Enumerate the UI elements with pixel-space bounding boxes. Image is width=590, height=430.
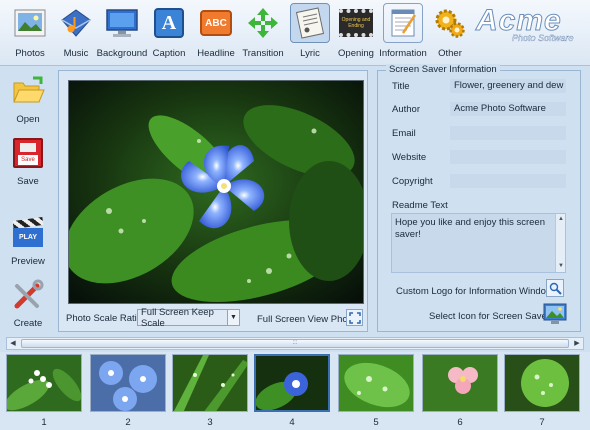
lily-of-valley-photo — [7, 355, 81, 411]
thumbnail-number-6: 6 — [457, 417, 463, 428]
thumbnail-4[interactable] — [254, 354, 330, 412]
pink-flower-photo — [423, 355, 497, 411]
select-icon-label: Select Icon for Screen Saver — [429, 311, 550, 322]
save-icon-text: Save — [18, 155, 38, 165]
open-folder-icon — [9, 72, 47, 110]
thumbnail-7[interactable] — [504, 354, 580, 412]
author-field[interactable]: Acme Photo Software — [450, 102, 566, 116]
save-disk-icon: Save — [9, 134, 47, 172]
toolbar-caption-label: Caption — [152, 48, 186, 59]
scroll-left-icon[interactable]: ◀ — [7, 338, 19, 349]
gears-icon — [431, 4, 469, 42]
sidebar-save-label: Save — [17, 176, 39, 187]
tools-icon — [9, 276, 47, 314]
photo-scale-select[interactable]: Full Screen Keep Scale ▼ — [137, 306, 240, 329]
film-icon: Opening and Ending — [337, 4, 375, 42]
thumbnail-scrollbar[interactable]: ◀ ::: ▶ — [6, 337, 584, 350]
expand-icon — [348, 311, 361, 324]
photo-preview — [68, 80, 364, 304]
film-icon-text: Opening and Ending — [341, 17, 371, 29]
landscape-monitor-icon — [543, 303, 567, 324]
round-leaf-photo — [505, 355, 579, 411]
caption-icon: A — [150, 4, 188, 42]
scroll-right-icon[interactable]: ▶ — [571, 338, 583, 349]
screen-saver-info-title: Screen Saver Information — [386, 64, 500, 75]
green-leaf-photo — [339, 355, 413, 411]
thumbnail-number-1: 1 — [41, 417, 47, 428]
thumbnail-1[interactable] — [6, 354, 82, 412]
readme-scrollbar[interactable]: ▲ ▼ — [555, 214, 565, 272]
toolbar-other-label: Other — [438, 48, 462, 59]
toolbar-transition-label: Transition — [242, 48, 284, 59]
toolbar-music-label: Music — [63, 48, 89, 59]
toolbar-other-button[interactable]: Other — [422, 4, 478, 64]
photos-icon — [11, 4, 49, 42]
custom-logo-button[interactable] — [546, 279, 564, 297]
photo-scale-value: Full Screen Keep Scale — [141, 306, 214, 329]
grass-dew-photo — [173, 355, 247, 411]
sidebar-create-label: Create — [13, 318, 43, 329]
select-icon-button[interactable] — [543, 302, 567, 326]
scroll-thumb[interactable]: ::: — [21, 339, 569, 348]
title-field[interactable]: Flower, greenery and dew — [450, 79, 566, 93]
transition-arrows-icon — [244, 4, 282, 42]
thumbnail-2[interactable] — [90, 354, 166, 412]
blue-flower-photo — [256, 356, 328, 410]
sidebar-save-button[interactable]: Save Save — [4, 134, 52, 194]
thumbnail-5[interactable] — [338, 354, 414, 412]
thumbnail-number-5: 5 — [373, 417, 379, 428]
scroll-down-icon[interactable]: ▼ — [557, 262, 565, 270]
sidebar-open-button[interactable]: Open — [4, 72, 52, 132]
headline-icon: ABC — [197, 4, 235, 42]
thumbnail-number-2: 2 — [125, 417, 131, 428]
photo-scale-label: Photo Scale Ratio — [66, 313, 143, 324]
sidebar-preview-button[interactable]: PLAY Preview — [4, 214, 52, 274]
thumbnail-number-3: 3 — [207, 417, 213, 428]
caption-icon-letter: A — [161, 11, 177, 34]
toolbar-opening-label: Opening — [338, 48, 374, 59]
readme-textarea[interactable]: Hope you like and enjoy this screen save… — [391, 213, 566, 273]
information-notepad-icon — [383, 3, 423, 43]
monitor-icon — [103, 4, 141, 42]
headline-icon-text: ABC — [205, 17, 227, 29]
clapperboard-icon: PLAY — [9, 214, 47, 252]
preview-icon-text: PLAY — [13, 228, 43, 247]
email-field[interactable] — [450, 126, 566, 140]
website-label: Website — [392, 152, 427, 163]
thumbnail-6[interactable] — [422, 354, 498, 412]
website-field[interactable] — [450, 150, 566, 164]
thumbnail-number-4: 4 — [289, 417, 295, 428]
full-screen-view-button[interactable] — [346, 309, 363, 326]
lyric-icon — [290, 3, 330, 43]
thumbnail-3[interactable] — [172, 354, 248, 412]
title-label: Title — [392, 81, 410, 92]
flower-photo — [69, 81, 363, 303]
toolbar-lyric-label: Lyric — [300, 48, 320, 59]
toolbar-headline-label: Headline — [197, 48, 235, 59]
toolbar-background-label: Background — [96, 48, 148, 59]
author-label: Author — [392, 104, 420, 115]
chevron-down-icon[interactable]: ▼ — [227, 310, 239, 325]
blue-flowers-photo — [91, 355, 165, 411]
thumbnail-number-7: 7 — [539, 417, 545, 428]
copyright-field[interactable] — [450, 174, 566, 188]
logo-tagline: Photo Software — [512, 33, 574, 43]
full-screen-view-label: Full Screen View Photo — [257, 314, 356, 325]
toolbar-information-label: Information — [379, 48, 427, 59]
acme-logo: Acme Photo Software — [476, 4, 582, 48]
copyright-label: Copyright — [392, 176, 433, 187]
magnifier-icon — [549, 282, 562, 295]
music-icon — [57, 4, 95, 42]
readme-label: Readme Text — [392, 200, 448, 211]
sidebar-open-label: Open — [16, 114, 40, 125]
sidebar-preview-label: Preview — [11, 256, 45, 267]
custom-logo-label: Custom Logo for Information Window — [396, 286, 553, 297]
logo-brand: Acme — [476, 4, 562, 37]
toolbar-photos-label: Photos — [15, 48, 45, 59]
sidebar-create-button[interactable]: Create — [4, 276, 52, 336]
email-label: Email — [392, 128, 416, 139]
scroll-up-icon[interactable]: ▲ — [557, 215, 565, 223]
